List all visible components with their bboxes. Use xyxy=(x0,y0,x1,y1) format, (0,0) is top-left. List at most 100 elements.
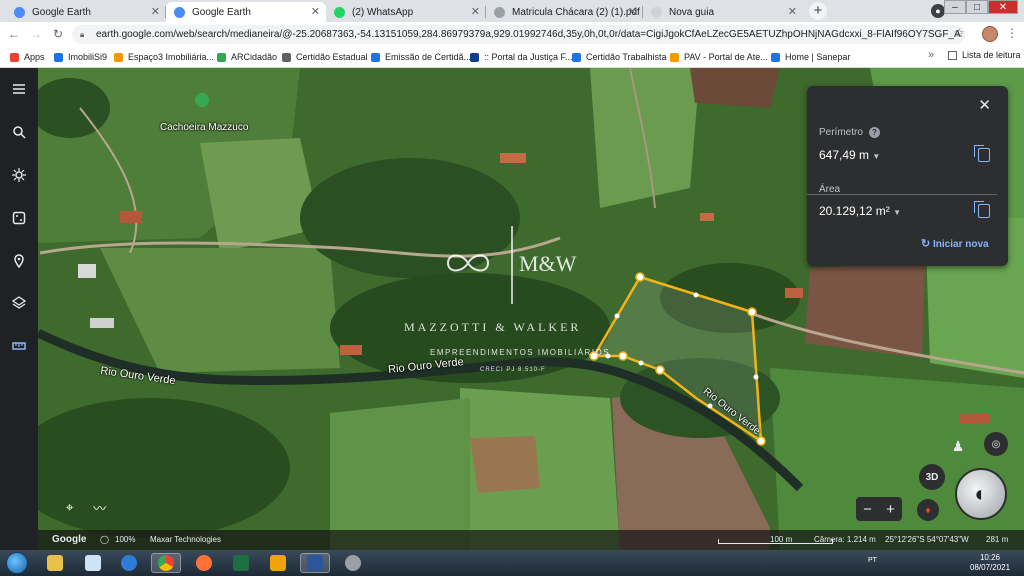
bookmark-label: ARCidadão xyxy=(231,52,278,62)
bookmark-certidao-trabalhista[interactable]: Certidão Trabalhista xyxy=(572,50,667,64)
close-tab-icon[interactable]: ✕ xyxy=(311,5,320,18)
bookmark-label: Certidão Estadual xyxy=(296,52,368,62)
close-tab-icon[interactable]: ✕ xyxy=(788,5,797,18)
elevation: 281 m xyxy=(986,535,1009,544)
close-tab-icon[interactable]: ✕ xyxy=(628,5,637,18)
close-tab-icon[interactable]: ✕ xyxy=(151,5,160,18)
bookmark-espaco3[interactable]: Espaço3 Imobiliária... xyxy=(114,50,214,64)
tab-pdf[interactable]: Matricula Chácara (2) (1).pdf ✕ xyxy=(486,2,643,22)
earth-sidebar xyxy=(0,68,38,550)
network-drive-icon[interactable] xyxy=(338,553,368,573)
globe-icon: ◐ xyxy=(974,481,988,506)
perimeter-label: Perímetro? xyxy=(819,127,880,138)
copy-area-icon[interactable] xyxy=(974,201,990,218)
more-bookmarks-button[interactable]: » xyxy=(928,49,934,61)
bookmark-favicon-icon xyxy=(114,52,123,62)
tab-google-earth-2[interactable]: Google Earth ✕ xyxy=(166,2,326,22)
copy-perimeter-icon[interactable] xyxy=(974,145,990,162)
measure-ruler-icon[interactable] xyxy=(9,336,29,356)
projects-pin-icon[interactable] xyxy=(9,251,29,271)
perimeter-value[interactable]: 647,49 m ▼ xyxy=(819,148,880,162)
bookmark-favicon-icon xyxy=(470,52,479,62)
tab-whatsapp[interactable]: (2) WhatsApp ✕ xyxy=(326,2,486,22)
maximize-button[interactable]: □ xyxy=(966,0,988,14)
measure-panel: ✕ Perímetro? 647,49 m ▼ Área 20.129,12 m… xyxy=(807,86,1008,266)
unit-dropdown-icon[interactable]: ▼ xyxy=(872,152,880,161)
bookmark-certidao-estadual[interactable]: Certidão Estadual xyxy=(282,50,368,64)
feeling-lucky-dice-icon[interactable] xyxy=(9,208,29,228)
place-label-cachoeira[interactable]: Cachoeira Mazzuco xyxy=(160,122,248,133)
clock-time: 10:26 xyxy=(979,553,1001,562)
perimeter-value-text: 647,49 m xyxy=(819,148,870,162)
zoom-out-button[interactable]: − xyxy=(863,501,872,518)
draw-path-icon[interactable]: 〰 xyxy=(93,498,106,517)
bookmark-imobilisi9[interactable]: ImobiliSi9 xyxy=(54,50,107,64)
close-tab-icon[interactable]: ✕ xyxy=(471,5,480,18)
explorer-icon[interactable] xyxy=(40,553,70,573)
back-icon[interactable]: ← xyxy=(6,26,22,42)
unit-dropdown-icon[interactable]: ▼ xyxy=(893,208,901,217)
excel-icon[interactable] xyxy=(226,553,256,573)
bookmark-label: Home | Sanepar xyxy=(785,52,851,62)
help-icon[interactable]: ? xyxy=(868,127,880,138)
lock-icon[interactable]: 🔒︎ xyxy=(80,30,84,40)
search-icon[interactable] xyxy=(9,122,29,142)
browser-toolbar: ← → ↻ earth.google.com/web/search/median… xyxy=(0,22,1024,46)
pegman-icon[interactable]: ♟ xyxy=(948,436,968,456)
loading-circle-icon: ◯ xyxy=(100,535,109,544)
add-placemark-icon[interactable]: ⌖ xyxy=(66,499,74,516)
bookmark-star-icon[interactable]: ☆ xyxy=(954,26,965,40)
tab-google-earth-1[interactable]: Google Earth ✕ xyxy=(6,2,166,22)
browser-menu-icon[interactable]: ⋮ xyxy=(1006,26,1018,40)
perimeter-label-text: Perímetro xyxy=(819,127,863,138)
imagery-credit[interactable]: Maxar Technologies xyxy=(150,535,221,544)
area-value[interactable]: 20.129,12 m² ▼ xyxy=(819,204,901,218)
new-tab-button[interactable]: + xyxy=(809,2,827,20)
place-marker-icon[interactable] xyxy=(195,93,209,107)
globe-minimap[interactable]: ◐ xyxy=(955,468,1007,520)
my-location-icon[interactable]: ◎ xyxy=(984,432,1008,456)
reload-icon[interactable]: ↻ xyxy=(50,26,66,42)
close-measure-button[interactable]: ✕ xyxy=(978,96,991,114)
compass-icon[interactable]: ⬧ xyxy=(917,499,939,521)
tab-new-tab[interactable]: Nova guia ✕ xyxy=(643,2,803,22)
firefox-icon[interactable] xyxy=(189,553,219,573)
bookmark-apps[interactable]: Apps xyxy=(10,50,45,64)
reading-list-button[interactable]: Lista de leitura xyxy=(948,50,1021,60)
earth-viewport[interactable]: Cachoeira Mazzuco Rio Ouro Verde Rio Our… xyxy=(0,68,1024,550)
minimize-button[interactable]: – xyxy=(944,0,966,14)
address-bar[interactable]: earth.google.com/web/search/medianeira/@… xyxy=(72,25,965,44)
internet-explorer-icon[interactable] xyxy=(114,553,144,573)
bookmark-label: Apps xyxy=(24,52,45,62)
voyager-icon[interactable] xyxy=(9,165,29,185)
bookmark-sanepar[interactable]: Home | Sanepar xyxy=(771,50,850,64)
bookmark-favicon-icon xyxy=(771,52,780,62)
notepad-icon[interactable] xyxy=(78,553,108,573)
bookmark-pav[interactable]: PAV - Portal de Ate... xyxy=(670,50,768,64)
profile-avatar[interactable] xyxy=(982,26,998,42)
outlook-icon[interactable] xyxy=(263,553,293,573)
close-window-button[interactable]: ✕ xyxy=(988,0,1018,14)
google-earth-favicon-icon xyxy=(174,6,185,18)
language-indicator[interactable]: PT xyxy=(868,557,877,564)
start-new-measure-button[interactable]: ↻ Iniciar nova xyxy=(921,237,989,250)
bookmark-portal-justica[interactable]: :: Portal da Justiça F... xyxy=(470,50,573,64)
start-button[interactable] xyxy=(6,552,28,574)
bookmark-favicon-icon xyxy=(371,52,380,62)
window-controls: – □ ✕ xyxy=(944,0,1018,16)
zoom-in-button[interactable]: + xyxy=(886,501,895,518)
tab-search-icon[interactable]: ● xyxy=(931,4,945,18)
bookmark-label: PAV - Portal de Ate... xyxy=(684,52,768,62)
bookmark-favicon-icon xyxy=(572,52,581,62)
menu-icon[interactable] xyxy=(9,79,29,99)
area-value-text: 20.129,12 m² xyxy=(819,204,890,218)
forward-icon[interactable]: → xyxy=(28,26,44,42)
bookmark-arcidadao[interactable]: ARCidadão xyxy=(217,50,277,64)
map-style-layers-icon[interactable] xyxy=(9,293,29,313)
toggle-3d-button[interactable]: 3D xyxy=(919,464,945,490)
bookmark-emissao-certidao[interactable]: Emissão de Certidã... xyxy=(371,50,471,64)
chrome-icon[interactable] xyxy=(151,553,181,573)
word-icon[interactable] xyxy=(300,553,330,573)
tab-title: Google Earth xyxy=(192,6,251,18)
system-clock[interactable]: 10:26 08/07/2021 xyxy=(970,553,1010,573)
